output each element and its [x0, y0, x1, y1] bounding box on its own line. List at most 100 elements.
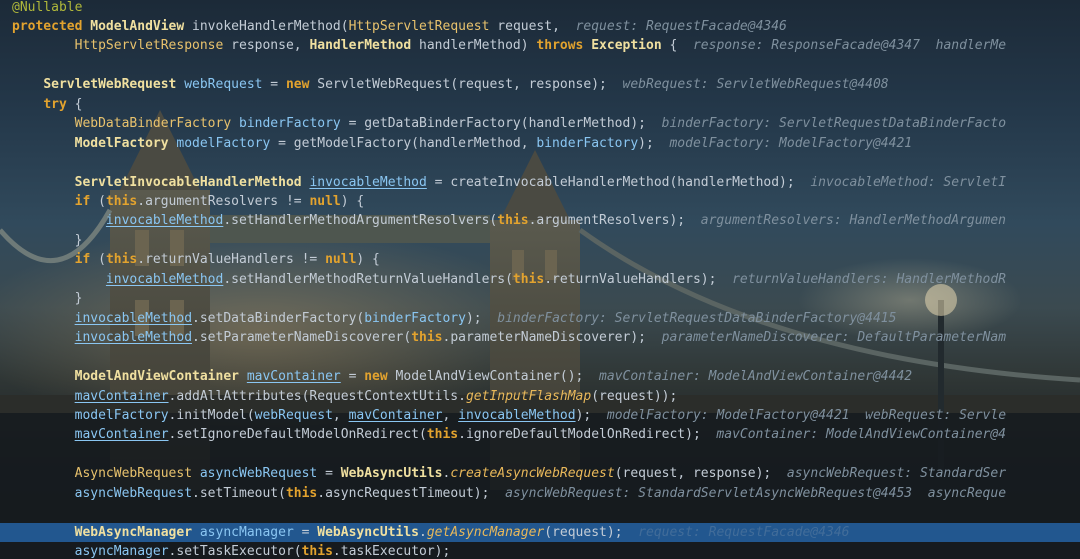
code-token: .setTimeout( — [192, 485, 286, 501]
code-token: ModelAndView — [90, 18, 185, 34]
code-token: null — [309, 194, 341, 209]
code-token: AsyncWebRequest — [74, 466, 193, 482]
code-token: invocableMethod — [105, 271, 224, 287]
code-line[interactable]: protected ModelAndView invokeHandlerMeth… — [0, 17, 1080, 36]
code-line[interactable]: invocableMethod.setHandlerMethodArgument… — [0, 211, 1080, 230]
code-line[interactable]: WebDataBinderFactory binderFactory = get… — [0, 114, 1080, 133]
code-line[interactable]: modelFactory.initModel(webRequest, mavCo… — [0, 406, 1080, 425]
code-token: ) { — [340, 194, 365, 209]
code-token: .argumentResolvers != — [137, 194, 310, 209]
code-token: null — [325, 252, 357, 268]
code-token: getAsyncManager — [426, 524, 545, 540]
code-token: = — [293, 524, 318, 540]
code-token: WebAsyncManager — [74, 524, 193, 540]
code-token: new — [364, 369, 396, 385]
code-token: ); — [465, 310, 498, 326]
code-token: { — [661, 38, 693, 54]
code-token: invocableMethod — [105, 213, 224, 229]
code-line[interactable]: invocableMethod.setParameterNameDiscover… — [0, 328, 1080, 347]
code-token: .setHandlerMethodArgumentResolvers( — [223, 213, 498, 229]
code-line[interactable] — [0, 56, 1080, 75]
code-line[interactable]: invocableMethod.setDataBinderFactory(bin… — [0, 309, 1080, 328]
code-token: modelFactory — [74, 407, 169, 423]
code-line[interactable]: mavContainer.addAllAttributes(RequestCon… — [0, 387, 1080, 406]
code-token: asyncWebRequest — [74, 485, 193, 501]
code-line[interactable]: ServletInvocableHandlerMethod invocableM… — [0, 173, 1080, 192]
code-line[interactable]: mavContainer.setIgnoreDefaultModelOnRedi… — [0, 425, 1080, 444]
code-line[interactable]: AsyncWebRequest asyncWebRequest = WebAsy… — [0, 464, 1080, 483]
code-line[interactable]: if (this.returnValueHandlers != null) { — [0, 250, 1080, 269]
code-token: .initModel( — [168, 407, 255, 423]
code-line[interactable]: } — [0, 289, 1080, 308]
code-line[interactable]: try { — [0, 95, 1080, 114]
code-token: ); — [575, 407, 607, 423]
code-line[interactable] — [0, 445, 1080, 464]
code-token: WebAsyncUtils — [317, 524, 420, 540]
code-token: invocableMethod — [458, 407, 576, 423]
code-line[interactable]: HttpServletResponse response, HandlerMet… — [0, 36, 1080, 55]
code-line[interactable]: ModelAndViewContainer mavContainer = new… — [0, 367, 1080, 386]
code-line[interactable]: asyncWebRequest.setTimeout(this.asyncReq… — [0, 484, 1080, 503]
code-line[interactable] — [0, 153, 1080, 172]
code-token: } — [12, 291, 83, 307]
inline-debug-value: modelFactory: ModelFactory@4421 — [669, 135, 913, 151]
code-token: binderFactory — [536, 135, 639, 151]
code-token: .asyncRequestTimeout); — [317, 485, 506, 501]
code-token: invocableMethod — [74, 310, 193, 326]
code-line[interactable]: invocableMethod.setHandlerMethodReturnVa… — [0, 270, 1080, 289]
inline-debug-value: returnValueHandlers: HandlerMethodR — [732, 271, 1007, 287]
code-line[interactable]: @Nullable — [0, 0, 1080, 17]
code-line-current[interactable]: WebAsyncManager asyncManager = WebAsyncU… — [0, 522, 1080, 542]
code-token: binderFactory — [239, 116, 341, 132]
code-token: request, — [489, 18, 576, 34]
code-token: ( — [90, 194, 106, 209]
code-token: this — [512, 271, 545, 287]
code-editor[interactable]: @Nullable protected ModelAndView invokeHa… — [0, 0, 1080, 559]
code-token: asyncWebRequest — [199, 466, 318, 482]
code-token: .setHandlerMethodReturnValueHandlers( — [223, 271, 513, 287]
inline-debug-value: parameterNameDiscoverer: DefaultParamete… — [661, 330, 1007, 346]
code-line[interactable] — [0, 348, 1080, 367]
code-token: .setIgnoreDefaultModelOnRedirect( — [168, 427, 427, 443]
code-token: (request, response); — [614, 466, 787, 482]
code-token: handlerMethod) — [411, 38, 537, 54]
code-token: getInputFlashMap — [465, 388, 592, 404]
code-line[interactable]: ServletWebRequest webRequest = new Servl… — [0, 75, 1080, 94]
code-line[interactable]: ModelFactory modelFactory = getModelFact… — [0, 134, 1080, 153]
inline-debug-value: asyncWebRequest: StandardSer — [786, 466, 1007, 482]
code-token: (request)); — [591, 388, 678, 404]
code-line[interactable] — [0, 503, 1080, 522]
code-token: invocableMethod — [309, 174, 427, 190]
code-token: try — [43, 96, 67, 112]
inline-debug-value: response: ResponseFacade@4347 handlerMe — [692, 38, 1007, 54]
code-token: mavContainer — [246, 369, 341, 385]
code-token: ModelAndViewContainer(); — [395, 369, 600, 385]
code-token: response, — [223, 38, 310, 54]
code-token: , — [442, 407, 459, 423]
code-token: ModelAndViewContainer — [74, 369, 239, 385]
inline-debug-value: request: RequestFacade@4346 — [638, 524, 850, 540]
code-token: invokeHandlerMethod( — [184, 18, 349, 34]
code-token: HttpServletRequest — [348, 18, 490, 34]
code-token: this — [301, 544, 333, 559]
code-line[interactable]: } — [0, 231, 1080, 250]
code-token: .setTaskExecutor( — [168, 544, 302, 559]
inline-debug-value: argumentResolvers: HandlerMethodArgumen — [700, 213, 1007, 229]
code-line[interactable]: asyncManager.setTaskExecutor(this.taskEx… — [0, 542, 1080, 559]
code-token: ServletInvocableHandlerMethod — [74, 174, 302, 190]
code-token: .ignoreDefaultModelOnRedirect); — [458, 427, 717, 443]
code-line[interactable]: if (this.argumentResolvers != null) { — [0, 192, 1080, 211]
code-token: mavContainer — [348, 407, 443, 423]
code-token: asyncManager — [199, 524, 294, 540]
